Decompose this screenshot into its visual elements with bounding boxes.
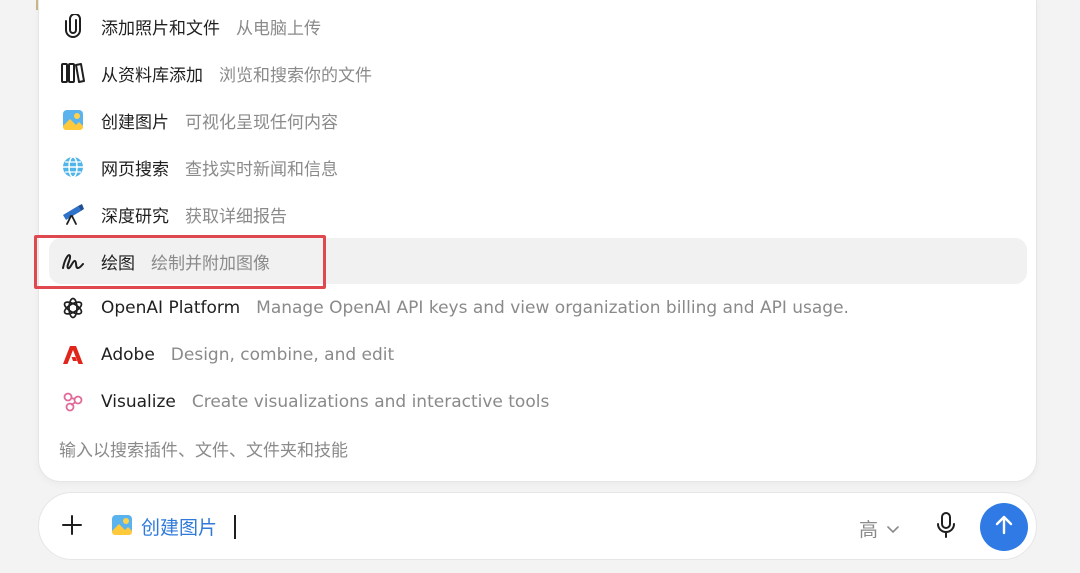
text-cursor[interactable] bbox=[234, 515, 236, 539]
menu-item-adobe[interactable]: Adobe Design, combine, and edit bbox=[49, 332, 1027, 378]
microphone-icon bbox=[936, 512, 956, 542]
telescope-icon bbox=[61, 202, 85, 226]
menu-item-label: 添加照片和文件 bbox=[101, 18, 220, 39]
add-button[interactable] bbox=[57, 512, 87, 542]
menu-item-library[interactable]: 从资料库添加 浏览和搜索你的文件 bbox=[49, 50, 1027, 96]
menu-item-label: Adobe bbox=[101, 345, 155, 365]
menu-item-label: 网页搜索 bbox=[101, 159, 169, 180]
plus-icon bbox=[61, 514, 83, 540]
menu-item-visualize[interactable]: Visualize Create visualizations and inter… bbox=[49, 379, 1027, 425]
quality-label: 高 bbox=[859, 519, 879, 541]
menu-item-desc: Create visualizations and interactive to… bbox=[191, 392, 550, 412]
menu-item-web-search[interactable]: 网页搜索 查找实时新闻和信息 bbox=[49, 144, 1027, 190]
send-button[interactable] bbox=[980, 503, 1028, 551]
adobe-logo-icon bbox=[61, 343, 85, 367]
menu-item-label: 创建图片 bbox=[101, 112, 169, 133]
menu-item-label: Visualize bbox=[101, 392, 176, 412]
paperclip-icon bbox=[61, 14, 85, 38]
menu-item-draw[interactable]: 绘图 绘制并附加图像 bbox=[49, 238, 1027, 284]
library-icon bbox=[61, 61, 85, 85]
menu-item-label: OpenAI Platform bbox=[101, 298, 241, 318]
openai-logo-icon bbox=[61, 296, 85, 320]
menu-item-desc: Manage OpenAI API keys and view organiza… bbox=[256, 298, 849, 318]
menu-item-desc: Design, combine, and edit bbox=[170, 345, 395, 365]
menu-item-desc: 获取详细报告 bbox=[185, 206, 287, 227]
search-hint: 输入以搜索插件、文件、文件夹和技能 bbox=[59, 441, 348, 461]
tools-menu: 添加照片和文件 从电脑上传 从资料库添加 浏览和搜索你的文件 创建图片 可视化呈现任何… bbox=[38, 0, 1037, 482]
image-icon bbox=[111, 514, 133, 540]
selected-tool-label: 创建图片 bbox=[141, 517, 218, 539]
menu-item-desc: 浏览和搜索你的文件 bbox=[219, 65, 372, 86]
menu-item-label: 绘图 bbox=[101, 253, 135, 274]
menu-item-desc: 绘制并附加图像 bbox=[151, 253, 270, 274]
menu-item-desc: 可视化呈现任何内容 bbox=[185, 112, 338, 133]
visualize-icon bbox=[61, 390, 85, 414]
quality-dropdown[interactable]: 高 bbox=[859, 515, 900, 542]
microphone-button[interactable] bbox=[931, 512, 961, 542]
globe-icon bbox=[61, 155, 85, 179]
menu-item-label: 深度研究 bbox=[101, 206, 169, 227]
menu-item-label: 从资料库添加 bbox=[101, 65, 203, 86]
menu-item-desc: 查找实时新闻和信息 bbox=[185, 159, 338, 180]
menu-item-desc: 从电脑上传 bbox=[236, 18, 321, 39]
image-icon bbox=[61, 108, 85, 132]
arrow-up-icon bbox=[993, 514, 1015, 540]
squiggle-icon bbox=[61, 249, 85, 273]
selected-tool-chip[interactable]: 创建图片 bbox=[111, 513, 217, 540]
menu-item-openai-platform[interactable]: OpenAI Platform Manage OpenAI API keys an… bbox=[49, 285, 1027, 331]
menu-item-upload[interactable]: 添加照片和文件 从电脑上传 bbox=[49, 3, 1027, 49]
menu-item-create-image[interactable]: 创建图片 可视化呈现任何内容 bbox=[49, 97, 1027, 143]
chevron-down-icon bbox=[886, 519, 900, 538]
menu-item-deep-research[interactable]: 深度研究 获取详细报告 bbox=[49, 191, 1027, 237]
composer: 创建图片 高 bbox=[38, 492, 1037, 560]
